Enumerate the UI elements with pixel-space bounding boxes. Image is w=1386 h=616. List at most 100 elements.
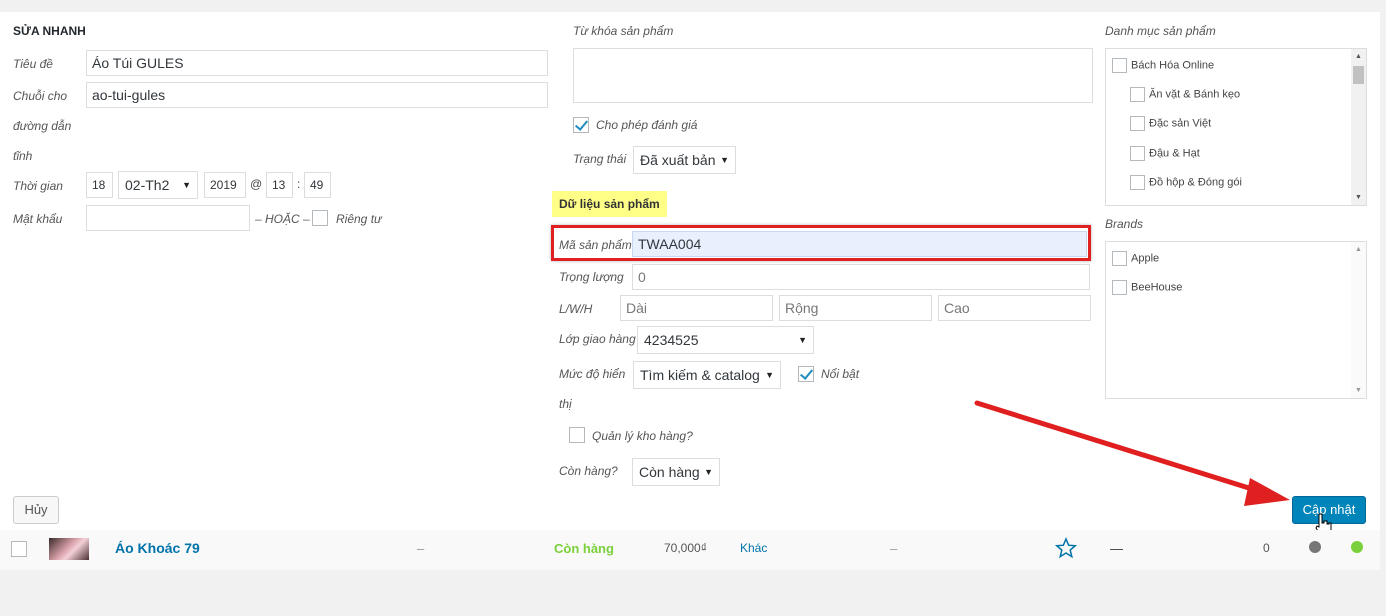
lwh-label: L/W/H [559,302,593,316]
allow-reviews-checkbox[interactable] [573,117,589,133]
manage-stock-label: Quản lý kho hàng? [592,429,693,443]
chevron-down-icon: ▼ [182,180,191,190]
row-checkbox[interactable] [11,541,27,557]
slug-label-line1: Chuỗi cho [13,89,68,103]
categories-list[interactable]: Bách Hóa Online Ăn vặt & Bánh kẹo Đặc sả… [1105,48,1367,206]
visibility-label-line2: thị [559,397,572,411]
month-select-value: 02-Th2 [125,177,170,193]
brand-item[interactable]: Apple [1112,251,1159,266]
product-name-link[interactable]: Áo Khoác 79 [115,540,200,556]
category-checkbox[interactable] [1130,175,1145,190]
width-input[interactable]: Rộng [779,295,932,321]
password-input[interactable] [86,205,250,231]
category-label: Ăn vặt & Bánh kẹo [1149,88,1241,101]
category-label: Đồ hộp & Đóng gói [1149,176,1242,189]
visibility-select[interactable]: Tìm kiếm & catalog ▼ [633,361,781,389]
tags-label: Từ khóa sản phẩm [573,24,674,38]
row-category-link[interactable]: Khác [740,541,767,555]
brands-list[interactable]: Apple BeeHouse ▲ ▼ [1105,241,1367,399]
day-input[interactable]: 18 [86,172,113,198]
in-stock-select[interactable]: Còn hàng ▼ [632,458,720,486]
category-checkbox[interactable] [1112,58,1127,73]
or-text: – HOẶC – [255,212,310,226]
category-checkbox[interactable] [1130,87,1145,102]
weight-label: Trọng lượng [559,270,624,284]
title-label: Tiêu đề [13,57,53,71]
scroll-thumb[interactable] [1353,66,1364,84]
password-label: Mật khẩu [13,212,63,226]
product-thumbnail[interactable] [49,538,89,560]
brands-label: Brands [1105,217,1144,231]
brand-checkbox[interactable] [1112,280,1127,295]
featured-checkbox[interactable] [798,366,814,382]
time-colon: : [297,177,301,191]
category-label: Bách Hóa Online [1131,59,1215,72]
slug-input[interactable]: ao-tui-gules [86,82,548,108]
scroll-down-icon[interactable]: ▼ [1355,194,1362,201]
chevron-down-icon: ▼ [765,370,774,380]
sku-label: Mã sản phẩm [559,238,632,252]
brand-checkbox[interactable] [1112,251,1127,266]
category-checkbox[interactable] [1130,116,1145,131]
status-label: Trạng thái [573,152,627,166]
category-label: Đặc sản Việt [1149,117,1212,130]
year-input[interactable]: 2019 [204,172,246,198]
height-input[interactable]: Cao [938,295,1091,321]
in-stock-value: Còn hàng [639,464,700,480]
green-status-dot-icon [1351,541,1363,553]
weight-input[interactable]: 0 [632,264,1090,290]
scroll-up-icon[interactable]: ▲ [1355,53,1362,60]
scroll-up-icon[interactable]: ▲ [1355,246,1362,253]
brand-label: BeeHouse [1131,281,1183,294]
categories-scrollbar[interactable]: ▲ ▼ [1351,49,1366,205]
categories-label: Danh mục sản phẩm [1105,24,1216,38]
visibility-label-line1: Mức độ hiển [559,367,626,381]
featured-label: Nổi bật [821,367,860,381]
in-stock-label: Còn hàng? [559,464,618,478]
row-price: 70,000₫ [664,541,707,555]
month-select[interactable]: 02-Th2 ▼ [118,171,198,199]
category-item[interactable]: Đậu & Hạt [1130,146,1200,161]
sku-input[interactable]: TWAA004 [632,231,1087,257]
category-item[interactable]: Bách Hóa Online [1112,58,1214,73]
slug-label-line2: đường dẫn [13,119,72,133]
chevron-down-icon: ▼ [798,335,807,345]
private-label: Riêng tư [336,212,382,226]
at-symbol: @ [250,177,263,191]
brand-item[interactable]: BeeHouse [1112,280,1182,295]
title-input[interactable]: Áo Túi GULES [86,50,548,76]
category-item[interactable]: Đặc sản Việt [1130,116,1211,131]
row-type: — [1110,541,1123,556]
category-item[interactable]: Ăn vặt & Bánh kẹo [1130,87,1240,102]
category-label: Đậu & Hạt [1149,147,1200,160]
status-select-value: Đã xuất bản [640,152,716,168]
private-checkbox[interactable] [312,210,328,226]
cancel-button[interactable]: Hủy [13,496,59,524]
date-label: Thời gian [13,179,63,193]
grey-status-dot-icon [1309,541,1321,553]
product-data-title: Dữ liệu sản phẩm [552,191,667,217]
row-count: 0 [1263,541,1270,555]
category-checkbox[interactable] [1130,146,1145,161]
category-item[interactable]: Đồ hộp & Đóng gói [1130,175,1242,190]
section-title: SỬA NHANH [13,24,86,38]
stock-status: Còn hàng [554,541,614,556]
status-select[interactable]: Đã xuất bản ▼ [633,146,736,174]
allow-reviews-label: Cho phép đánh giá [596,118,698,132]
shipping-class-label: Lớp giao hàng [559,332,636,346]
chevron-down-icon: ▼ [704,467,713,477]
minute-input[interactable]: 49 [304,172,331,198]
row-tags: – [890,541,898,556]
brand-label: Apple [1131,252,1160,265]
length-input[interactable]: Dài [620,295,773,321]
chevron-down-icon: ▼ [720,155,729,165]
manage-stock-checkbox[interactable] [569,427,585,443]
annotation-arrow-icon [974,400,1290,506]
slug-label-line3: tĩnh [13,149,33,163]
brands-scrollbar[interactable]: ▲ ▼ [1351,242,1366,398]
shipping-class-select[interactable]: 4234525 ▼ [637,326,814,354]
tags-textarea[interactable] [573,48,1093,103]
star-icon[interactable] [1055,537,1077,559]
scroll-down-icon[interactable]: ▼ [1355,387,1362,394]
hour-input[interactable]: 13 [266,172,293,198]
